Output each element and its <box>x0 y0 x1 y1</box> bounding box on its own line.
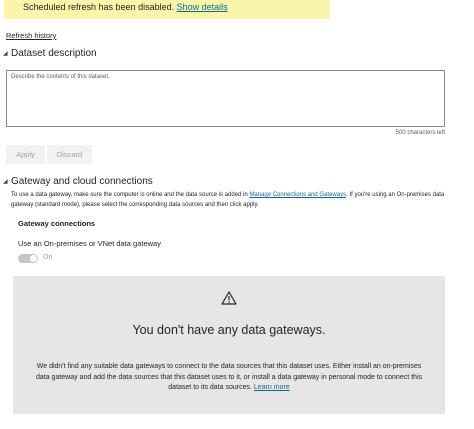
show-details-link[interactable]: Show details <box>177 2 228 12</box>
gateway-section-title: Gateway and cloud connections <box>11 176 153 187</box>
gateway-toggle[interactable] <box>18 254 38 263</box>
apply-button[interactable]: Apply <box>6 145 45 164</box>
dataset-description-title: Dataset description <box>11 48 97 59</box>
dataset-description-placeholder: Describe the contents of this dataset. <box>11 74 110 80</box>
gateway-connections-heading: Gateway connections <box>18 219 96 228</box>
toggle-knob <box>30 255 37 262</box>
dataset-description-header[interactable]: ◢ Dataset description <box>3 48 97 59</box>
gateway-section-header[interactable]: ◢ Gateway and cloud connections <box>3 176 153 187</box>
gateway-description: To use a data gateway, make sure the com… <box>11 191 451 210</box>
manage-connections-link[interactable]: Manage Connections and Gateways <box>249 192 346 198</box>
gateway-toggle-state: On <box>43 254 53 261</box>
characters-left-counter: 500 characters left <box>395 130 445 136</box>
collapse-caret-icon: ◢ <box>3 51 8 57</box>
refresh-history-link[interactable]: Refresh history <box>6 31 56 40</box>
collapse-caret-icon: ◢ <box>3 179 8 185</box>
no-gateways-title: You don't have any data gateways. <box>132 323 326 337</box>
learn-more-link[interactable]: Learn more <box>254 384 290 391</box>
gateway-desc-before: To use a data gateway, make sure the com… <box>11 192 250 198</box>
no-gateways-text: We didn't find any suitable data gateway… <box>30 362 428 394</box>
warning-icon <box>221 291 237 305</box>
banner-text: Scheduled refresh has been disabled. <box>23 2 175 12</box>
discard-button[interactable]: Discard <box>47 145 92 164</box>
no-gateways-message: We didn't find any suitable data gateway… <box>35 363 423 391</box>
refresh-disabled-banner: Scheduled refresh has been disabled. Sho… <box>4 0 330 19</box>
gateway-toggle-label: Use an On-premises or VNet data gateway <box>18 239 161 248</box>
dataset-description-input[interactable]: Describe the contents of this dataset. <box>6 70 445 127</box>
